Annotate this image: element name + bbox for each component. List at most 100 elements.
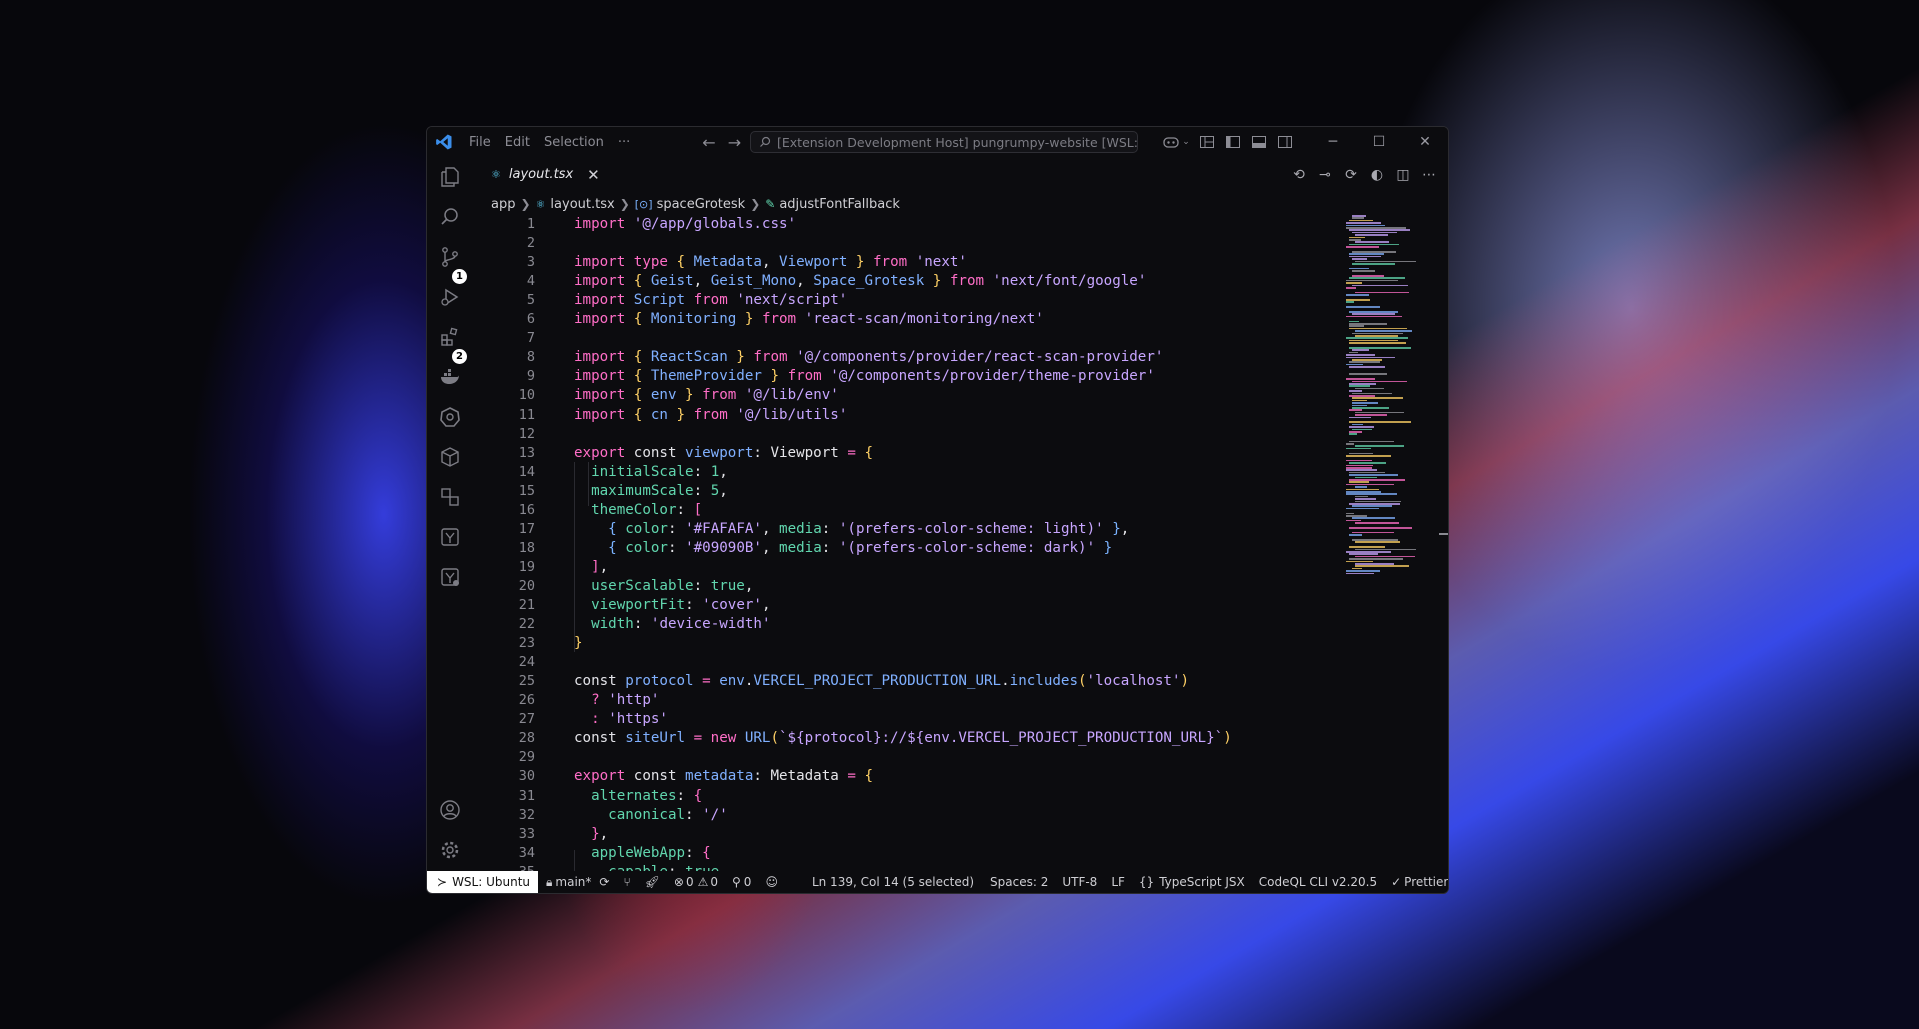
close-window-icon[interactable]: ✕ [1402, 127, 1448, 157]
tab-layout-tsx[interactable]: ⚛ layout.tsx ✕ [473, 157, 612, 192]
activity-bar: 1 2 [427, 157, 473, 873]
source-control-icon[interactable] [427, 237, 473, 277]
line-number: 9 [526, 368, 535, 385]
customize-layout-icon[interactable] [1194, 127, 1220, 157]
check-double-icon: ✓ [1391, 875, 1402, 889]
go-back-change-icon[interactable]: ⟲ [1286, 167, 1312, 183]
line-text: } [574, 634, 583, 653]
docker-icon[interactable] [427, 357, 473, 397]
sync-icon[interactable]: ⟳ [599, 875, 609, 889]
vertical-scrollbar[interactable] [1437, 215, 1448, 872]
variable-icon: [⊙] [634, 197, 653, 211]
ports-indicator[interactable]: ⚲ 0 [732, 875, 751, 889]
menu-file[interactable]: File [469, 135, 491, 150]
minimap-line [1349, 390, 1362, 392]
code-token: 'device-width' [650, 616, 771, 633]
code-token: width [591, 616, 634, 633]
language-mode[interactable]: {} TypeScript JSX [1139, 875, 1245, 889]
code-token: '#09090B' [685, 539, 762, 556]
code-token: { [702, 844, 711, 861]
maximize-icon[interactable]: ☐ [1356, 127, 1402, 157]
back-arrow-icon[interactable]: ← [702, 133, 715, 152]
code-token: from [761, 311, 805, 328]
minimap-line [1346, 363, 1363, 366]
cube-icon[interactable] [427, 437, 473, 477]
feedback-smiley-icon[interactable]: ☺ [765, 875, 778, 889]
minimap-line [1346, 337, 1408, 339]
minimap-line [1349, 277, 1405, 279]
azure-icon[interactable] [427, 517, 473, 557]
go-forward-change-icon[interactable]: ⟳ [1338, 167, 1364, 183]
toggle-secondary-sidebar-icon[interactable] [1272, 127, 1298, 157]
extensions-icon[interactable] [427, 317, 473, 357]
end-of-line[interactable]: LF [1111, 875, 1125, 889]
azure-alt-icon[interactable] [427, 557, 473, 597]
kubernetes-icon[interactable] [427, 397, 473, 437]
code-token: from [753, 349, 797, 366]
error-icon: ⊗ [673, 875, 684, 889]
minimap-line [1346, 551, 1392, 553]
command-center[interactable]: [Extension Development Host] pungrumpy-w… [750, 131, 1138, 153]
toggle-panel-icon[interactable] [1246, 127, 1272, 157]
code-token: : [591, 711, 609, 728]
remote-indicator[interactable]: ≻ WSL: Ubuntu [427, 871, 539, 893]
encoding[interactable]: UTF-8 [1062, 875, 1097, 889]
commit-icon[interactable]: ⊸ [1312, 167, 1338, 183]
remote-explorer-icon[interactable] [427, 477, 473, 517]
explorer-icon[interactable] [427, 157, 473, 197]
more-actions-icon[interactable]: ⋯ [1416, 167, 1442, 183]
minimap-line [1355, 563, 1394, 565]
menu-more[interactable]: ··· [618, 135, 630, 150]
git-graph-icon[interactable]: ⑂ [623, 875, 630, 889]
split-editor-icon[interactable]: ◫ [1390, 167, 1416, 183]
search-view-icon[interactable] [427, 197, 473, 237]
breadcrumb-property[interactable]: adjustFontFallback [779, 197, 900, 212]
deploy-rocket-icon[interactable]: 🚀︎ [645, 875, 660, 889]
minimap-line [1355, 260, 1417, 263]
formatter-indicator[interactable]: ✓ Prettier [1391, 875, 1448, 889]
indentation[interactable]: Spaces: 2 [990, 875, 1048, 889]
codeql-version[interactable]: CodeQL CLI v2.20.5 [1259, 875, 1377, 889]
run-debug-icon[interactable] [427, 277, 473, 317]
minimap[interactable] [1342, 215, 1437, 872]
code-token: ReactScan [650, 349, 728, 366]
minimap-line [1352, 404, 1367, 407]
code-token: } [591, 825, 600, 842]
open-changes-icon[interactable]: ◐ [1364, 167, 1390, 183]
line-text: userScalable: true, [574, 577, 753, 596]
minimap-line [1349, 452, 1374, 455]
code-token: canonical [608, 806, 686, 823]
line-text: ? 'http' [574, 691, 659, 710]
minimap-line [1355, 476, 1378, 479]
minimap-line [1352, 275, 1385, 277]
code-token: , [761, 597, 771, 613]
code-token: 5 [710, 482, 720, 499]
branch-indicator[interactable]: 🔒︎ main* [546, 875, 591, 890]
problems-indicator[interactable]: ⊗ 0 ⚠︎ 0 [674, 875, 718, 889]
code-token: color [625, 520, 668, 537]
minimap-line [1346, 443, 1355, 445]
code-token: { [633, 406, 651, 423]
forward-arrow-icon[interactable]: → [728, 133, 741, 152]
toggle-sidebar-icon[interactable] [1220, 127, 1246, 157]
line-text: import Script from 'next/script' [574, 291, 847, 310]
copilot-icon[interactable]: ⌄ [1158, 127, 1194, 157]
line-number: 5 [526, 292, 535, 309]
code-token: export [574, 444, 634, 461]
breadcrumb-folder[interactable]: app [491, 197, 515, 212]
menu-edit[interactable]: Edit [505, 135, 530, 150]
menu-selection[interactable]: Selection [544, 135, 604, 150]
code-editor[interactable]: 1 import '@/app/globals.css' 2 3 import type… [473, 215, 1388, 872]
breadcrumb-symbol[interactable]: spaceGrotesk [657, 197, 746, 212]
minimap-line [1346, 467, 1373, 469]
cursor-position[interactable]: Ln 139, Col 14 (5 selected) [812, 875, 974, 889]
account-icon[interactable] [427, 790, 473, 830]
tab-close-icon[interactable]: ✕ [587, 166, 600, 184]
breadcrumb-file[interactable]: layout.tsx [550, 197, 614, 212]
minimize-icon[interactable]: ─ [1310, 127, 1356, 157]
warning-icon: ⚠︎ [697, 875, 709, 889]
settings-gear-icon[interactable] [427, 830, 473, 870]
line-number: 32 [518, 806, 535, 823]
line-number: 16 [518, 501, 535, 518]
